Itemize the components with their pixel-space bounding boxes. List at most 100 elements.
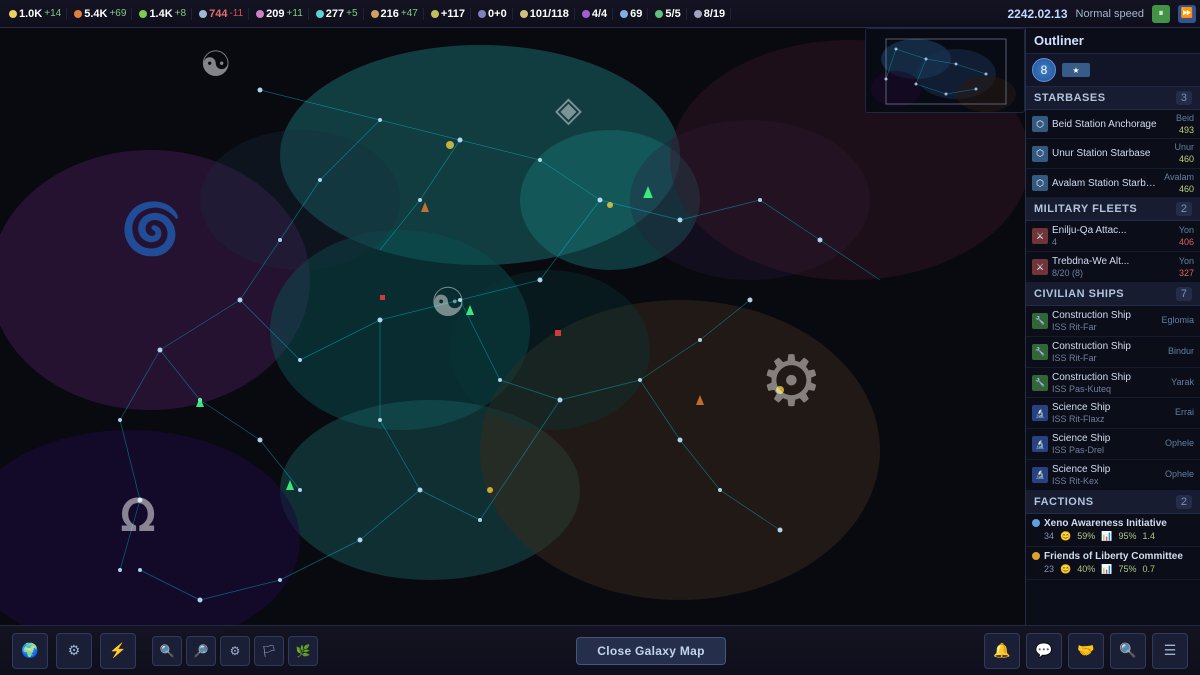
liberty-support-label: 📊	[1101, 564, 1112, 575]
fleet-trebdna-content: Trebdna-We Alt... 8/20 (8)	[1052, 255, 1175, 279]
starbase-item-avalam[interactable]: ⬡ Avalam Station Starbase Avalam 460	[1026, 169, 1200, 198]
ship-construction1-sub: ISS Rit-Far	[1052, 322, 1157, 333]
consumer-delta: +11	[287, 8, 303, 19]
starbase-icon: ⬡	[1032, 116, 1048, 132]
liberty-approval-label: 😊	[1060, 564, 1071, 575]
power-button[interactable]: ⚡	[100, 633, 136, 669]
xeno-support-label: 📊	[1101, 531, 1112, 542]
ship-science3-content: Science Ship ISS Rit-Kex	[1052, 463, 1161, 487]
ship-science1-loc: Errai	[1175, 407, 1194, 419]
military-label: Military Fleets	[1034, 203, 1137, 215]
civilian-section-header[interactable]: Civilian Ships 7	[1026, 283, 1200, 306]
factions-count: 2	[1176, 495, 1192, 509]
ship-construction2-sub: ISS Rit-Far	[1052, 353, 1164, 364]
resource-consumer: 209 +11	[251, 8, 309, 20]
starbase-beid-value: 493	[1176, 125, 1194, 136]
unity-icon	[520, 10, 528, 18]
pause-button[interactable]: ⏸	[1152, 5, 1170, 23]
menu-button[interactable]: ☰	[1152, 633, 1188, 669]
ship-science1-content: Science Ship ISS Rit-Flaxz	[1052, 401, 1171, 425]
xeno-approval-label: 😊	[1060, 531, 1071, 542]
xeno-number: 34	[1044, 531, 1054, 542]
food-delta: +8	[175, 8, 186, 19]
factions-section-header[interactable]: Factions 2	[1026, 491, 1200, 514]
sr2-value: 0+0	[488, 8, 507, 20]
research-button[interactable]: ⚙	[56, 633, 92, 669]
construction-ship-icon: 🔧	[1032, 344, 1048, 360]
liberty-stats: 23 😊40% 📊75% 0.7	[1044, 564, 1194, 575]
military-section-header[interactable]: Military Fleets 2	[1026, 198, 1200, 221]
starbase-item-beid[interactable]: ⬡ Beid Station Anchorage Beid 493	[1026, 110, 1200, 139]
starbases-section-header[interactable]: Starbases 3	[1026, 87, 1200, 110]
speed-display: Normal speed	[1076, 8, 1144, 20]
starbases-count: 3	[1176, 91, 1192, 105]
volatile-icon	[316, 10, 324, 18]
xeno-header: Xeno Awareness Initiative	[1032, 518, 1194, 529]
fleet-enilju-meta: Yon 406	[1179, 225, 1194, 247]
ship-item-science-2[interactable]: 🔬 Science Ship ISS Pas-Drel Ophele	[1026, 429, 1200, 460]
bottom-bar: 🌍 ⚙ ⚡ 🔍 🔎 ⚙ 🏳 🌿 Close Galaxy Map 🔔 💬 🤝 🔍…	[0, 625, 1200, 675]
xeno-color	[1032, 519, 1040, 527]
ship-science2-meta: Ophele	[1165, 438, 1194, 450]
planets-icon	[655, 10, 663, 18]
fleet-item-trebdna[interactable]: ⚔ Trebdna-We Alt... 8/20 (8) Yon 327	[1026, 252, 1200, 283]
fleet-trebdna-meta: Yon 327	[1179, 256, 1194, 278]
faction-item-liberty[interactable]: Friends of Liberty Committee 23 😊40% 📊75…	[1026, 547, 1200, 580]
food-value: 1.4K	[149, 8, 172, 20]
ship-construction1-meta: Eglomia	[1161, 315, 1194, 327]
ship-science2-name: Science Ship	[1052, 432, 1161, 445]
zoom-in-button[interactable]: 🔍	[152, 636, 182, 666]
minimap[interactable]	[865, 28, 1025, 113]
xeno-stats: 34 😊59% 📊95% 1.4	[1044, 531, 1194, 542]
construction-ship-icon: 🔧	[1032, 375, 1048, 391]
resource-energy: 1.0K +14	[4, 8, 67, 20]
fleet-trebdna-value: 327	[1179, 268, 1194, 279]
zoom-out-button[interactable]: 🔎	[186, 636, 216, 666]
xeno-approval: 59%	[1077, 531, 1095, 542]
flag-button[interactable]: 🏳	[254, 636, 284, 666]
ship-item-construction-3[interactable]: 🔧 Construction Ship ISS Pas-Kuteq Yarak	[1026, 368, 1200, 399]
faction-item-xeno[interactable]: Xeno Awareness Initiative 34 😊59% 📊95% 1…	[1026, 514, 1200, 547]
fleet-enilju-sub: 4	[1052, 237, 1175, 248]
messages-button[interactable]: 💬	[1026, 633, 1062, 669]
ship-item-construction-2[interactable]: 🔧 Construction Ship ISS Rit-Far Bindur	[1026, 337, 1200, 368]
bottom-right-buttons: 🔔 💬 🤝 🔍 ☰	[984, 633, 1188, 669]
science-ship-icon: 🔬	[1032, 405, 1048, 421]
diplomacy-button[interactable]: 🤝	[1068, 633, 1104, 669]
starbase-beid-name: Beid Station Anchorage	[1052, 118, 1172, 131]
globe-button[interactable]: 🌍	[12, 633, 48, 669]
close-galaxy-map-button[interactable]: Close Galaxy Map	[576, 637, 726, 665]
player-info: 8 ★	[1026, 54, 1200, 87]
liberty-color	[1032, 552, 1040, 560]
liberty-approval: 40%	[1077, 564, 1095, 575]
tree-button[interactable]: 🌿	[288, 636, 318, 666]
fleet-trebdna-location: Yon	[1179, 256, 1194, 268]
ship-science3-meta: Ophele	[1165, 469, 1194, 481]
fleet-enilju-value: 406	[1179, 237, 1194, 248]
search-button[interactable]: 🔍	[1110, 633, 1146, 669]
alloys-icon	[199, 10, 207, 18]
starbase-avalam-meta: Avalam 460	[1164, 172, 1194, 194]
notifications-button[interactable]: 🔔	[984, 633, 1020, 669]
ship-item-science-1[interactable]: 🔬 Science Ship ISS Rit-Flaxz Errai	[1026, 398, 1200, 429]
starbase-icon: ⬡	[1032, 146, 1048, 162]
starbase-avalam-name: Avalam Station Starbase	[1052, 177, 1160, 190]
starbase-unur-content: Unur Station Starbase	[1052, 147, 1170, 160]
fleet-item-enilju[interactable]: ⚔ Enilju-Qa Attac... 4 Yon 406	[1026, 221, 1200, 252]
ship-construction2-loc: Bindur	[1168, 346, 1194, 358]
resource-exotic: 216 +47	[366, 8, 424, 20]
pop-icon	[620, 10, 628, 18]
starbase-item-unur[interactable]: ⬡ Unur Station Starbase Unur 460	[1026, 139, 1200, 168]
ship-science3-name: Science Ship	[1052, 463, 1161, 476]
starbase-avalam-content: Avalam Station Starbase	[1052, 177, 1160, 190]
starbase-unur-name: Unur Station Starbase	[1052, 147, 1170, 160]
resource-unity: 101/118	[515, 8, 575, 20]
ship-item-science-3[interactable]: 🔬 Science Ship ISS Rit-Kex Ophele	[1026, 460, 1200, 491]
fast-forward-button[interactable]: ⏩	[1178, 5, 1196, 23]
ship-construction1-name: Construction Ship	[1052, 309, 1157, 322]
factions-label: Factions	[1034, 496, 1094, 508]
settings-map-button[interactable]: ⚙	[220, 636, 250, 666]
ship-item-construction-1[interactable]: 🔧 Construction Ship ISS Rit-Far Eglomia	[1026, 306, 1200, 337]
starbase-icon: ⬡	[1032, 175, 1048, 191]
ship-construction2-content: Construction Ship ISS Rit-Far	[1052, 340, 1164, 364]
